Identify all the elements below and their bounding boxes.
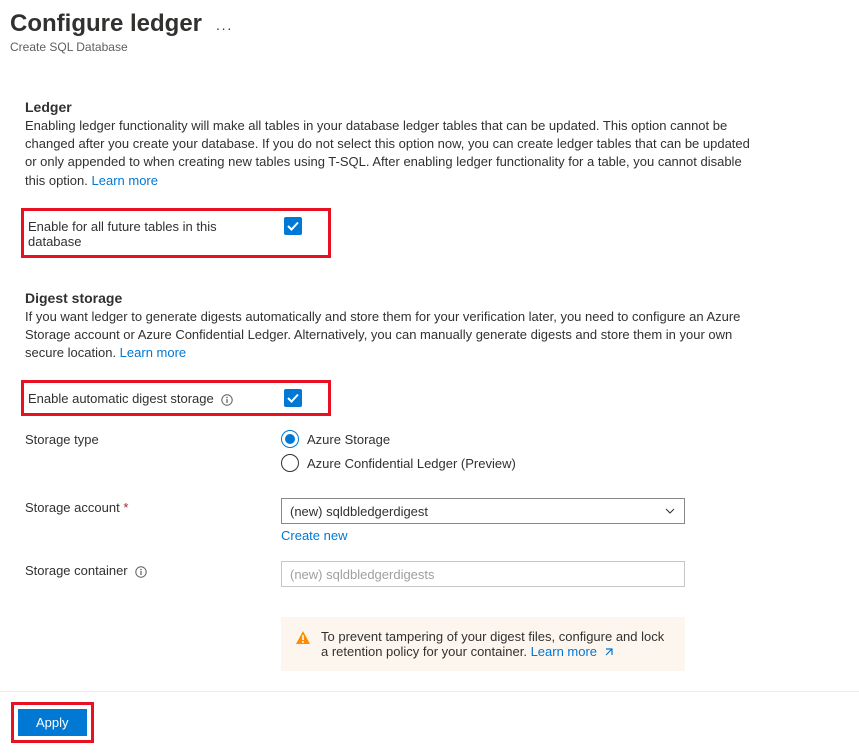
storage-container-placeholder: (new) sqldbledgerdigests [290, 567, 435, 582]
page-title: Configure ledger [10, 10, 202, 38]
highlight-apply: Apply [11, 702, 94, 743]
radio-icon-unchecked [281, 454, 299, 472]
radio-azure-storage-label: Azure Storage [307, 432, 390, 447]
storage-account-label: Storage account [25, 500, 120, 515]
page-header: Configure ledger ··· Create SQL Database [0, 0, 859, 59]
digest-learn-more-link[interactable]: Learn more [120, 345, 186, 360]
apply-button[interactable]: Apply [18, 709, 87, 736]
info-icon[interactable] [221, 394, 233, 406]
highlight-enable-ledger: Enable for all future tables in this dat… [21, 208, 331, 258]
footer: Apply [0, 691, 859, 753]
warning-learn-more-link[interactable]: Learn more [531, 644, 613, 659]
warning-icon [295, 630, 311, 649]
page-subtitle: Create SQL Database [10, 40, 849, 54]
highlight-enable-digest: Enable automatic digest storage [21, 380, 331, 416]
warning-text: To prevent tampering of your digest file… [321, 629, 664, 659]
storage-container-input: (new) sqldbledgerdigests [281, 561, 685, 587]
enable-digest-label: Enable automatic digest storage [28, 391, 214, 406]
external-link-icon [603, 648, 613, 658]
storage-type-label: Storage type [25, 432, 99, 447]
warning-text-container: To prevent tampering of your digest file… [321, 629, 671, 659]
storage-account-select[interactable]: (new) sqldbledgerdigest [281, 498, 685, 524]
storage-container-label: Storage container [25, 563, 128, 578]
digest-heading: Digest storage [25, 290, 834, 306]
info-icon[interactable] [135, 566, 147, 578]
ledger-description: Enabling ledger functionality will make … [25, 117, 765, 190]
create-new-link[interactable]: Create new [281, 528, 685, 543]
storage-account-row: Storage account * (new) sqldbledgerdiges… [25, 498, 834, 543]
radio-confidential-label: Azure Confidential Ledger (Preview) [307, 456, 516, 471]
storage-type-row: Storage type Azure Storage Azure Confide… [25, 430, 834, 478]
digest-description: If you want ledger to generate digests a… [25, 308, 765, 363]
enable-ledger-label: Enable for all future tables in this dat… [28, 219, 228, 249]
ledger-heading: Ledger [25, 99, 834, 115]
more-icon[interactable]: ··· [216, 20, 233, 36]
enable-digest-checkbox[interactable] [284, 389, 302, 407]
ledger-learn-more-link[interactable]: Learn more [92, 173, 158, 188]
warning-box: To prevent tampering of your digest file… [281, 617, 685, 671]
warning-learn-more-text: Learn more [531, 644, 597, 659]
required-indicator: * [123, 500, 128, 515]
radio-icon-checked [281, 430, 299, 448]
storage-container-row: Storage container (new) sqldbledgerdiges… [25, 561, 834, 587]
chevron-down-icon [664, 505, 676, 517]
radio-confidential-ledger[interactable]: Azure Confidential Ledger (Preview) [281, 454, 516, 472]
storage-account-value: (new) sqldbledgerdigest [290, 504, 428, 519]
content-area: Ledger Enabling ledger functionality wil… [0, 59, 859, 691]
enable-ledger-checkbox[interactable] [284, 217, 302, 235]
radio-azure-storage[interactable]: Azure Storage [281, 430, 516, 448]
